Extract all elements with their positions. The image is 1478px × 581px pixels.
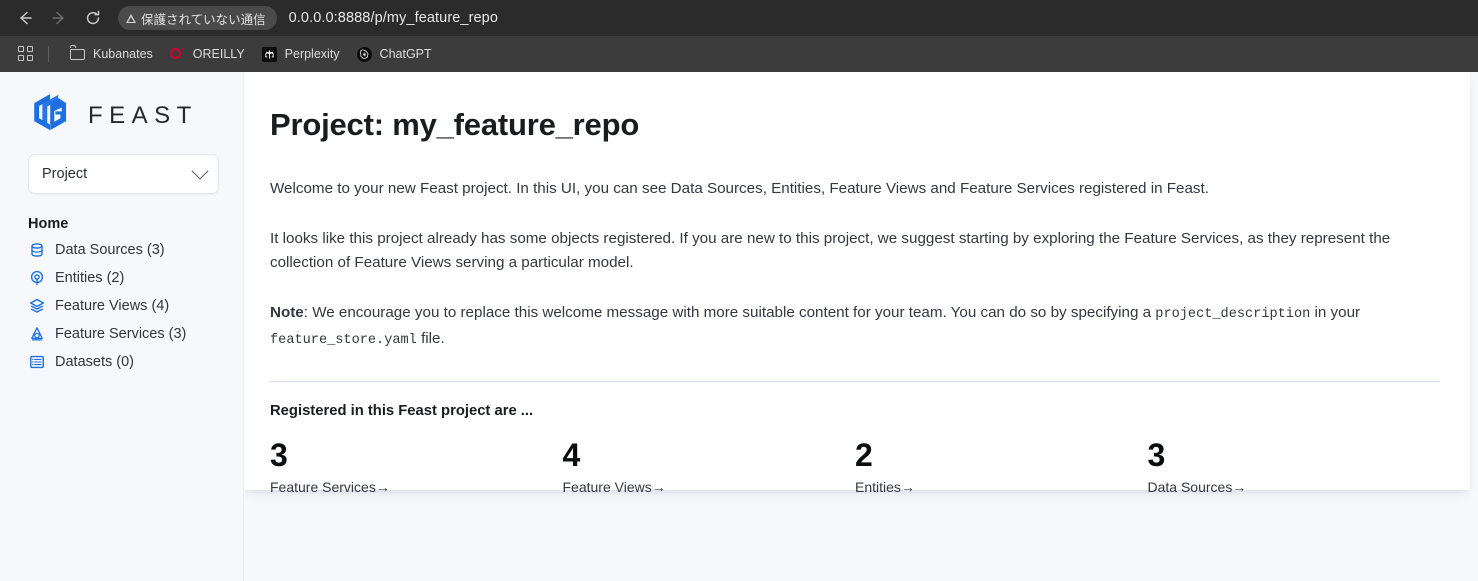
page-title: Project: my_feature_repo xyxy=(270,106,1440,143)
security-status-chip[interactable]: 保護されていない通信 xyxy=(118,6,277,30)
chatgpt-icon xyxy=(356,46,373,63)
intro-paragraph: Welcome to your new Feast project. In th… xyxy=(270,177,1440,201)
list-icon xyxy=(28,354,45,371)
forward-button[interactable] xyxy=(44,3,74,33)
page-body: FEAST Project Home Data Sources (3) xyxy=(0,72,1478,581)
bookmark-chatgpt[interactable]: ChatGPT xyxy=(348,42,440,67)
reload-button[interactable] xyxy=(78,3,108,33)
stat-feature-services[interactable]: 3 Feature Services→ xyxy=(270,437,563,495)
bookmark-label: OREILLY xyxy=(193,47,245,61)
stat-value: 3 xyxy=(1148,437,1441,473)
stat-feature-views[interactable]: 4 Feature Views→ xyxy=(563,437,856,495)
project-select-value: Project xyxy=(42,166,87,182)
sidebar-item-datasets[interactable]: Datasets (0) xyxy=(0,348,243,376)
back-arrow-icon xyxy=(16,9,34,27)
perplexity-glyph-icon xyxy=(264,49,275,60)
sidebar-item-label: Feature Services (3) xyxy=(55,325,186,343)
perplexity-icon xyxy=(261,46,278,63)
brand-header[interactable]: FEAST xyxy=(0,72,243,134)
stat-label[interactable]: Feature Services→ xyxy=(270,479,563,495)
brand-name: FEAST xyxy=(88,102,198,130)
stat-entities[interactable]: 2 Entities→ xyxy=(855,437,1148,495)
feast-logo-icon xyxy=(28,91,74,142)
omnibox[interactable]: 保護されていない通信 0.0.0.0:8888/p/my_feature_rep… xyxy=(118,4,1478,32)
chatgpt-glyph-icon xyxy=(359,49,370,60)
bookmark-label: ChatGPT xyxy=(380,47,432,61)
sidebar: FEAST Project Home Data Sources (3) xyxy=(0,72,244,581)
note-text-2: in your xyxy=(1310,304,1360,321)
apps-grid-icon[interactable] xyxy=(18,46,34,62)
nav-heading-home: Home xyxy=(28,216,243,232)
sidebar-item-entities[interactable]: Entities (2) xyxy=(0,264,243,292)
stat-label[interactable]: Feature Views→ xyxy=(563,479,856,495)
sidebar-item-label: Entities (2) xyxy=(55,269,124,287)
main-region: Project: my_feature_repo Welcome to your… xyxy=(244,72,1478,581)
warning-triangle-icon xyxy=(126,14,136,23)
oreilly-icon xyxy=(169,46,186,63)
sidebar-item-label: Feature Views (4) xyxy=(55,297,169,315)
stat-data-sources[interactable]: 3 Data Sources→ xyxy=(1148,437,1441,495)
bookmarks-bar: Kubanates OREILLY Perplexity ChatGPT xyxy=(0,36,1478,72)
browser-toolbar: 保護されていない通信 0.0.0.0:8888/p/my_feature_rep… xyxy=(0,0,1478,36)
stat-value: 4 xyxy=(563,437,856,473)
bookmark-oreilly[interactable]: OREILLY xyxy=(161,42,253,67)
stats-row: 3 Feature Services→ 4 Feature Views→ 2 E… xyxy=(270,437,1440,495)
sidebar-item-label: Datasets (0) xyxy=(55,353,134,371)
folder-icon xyxy=(69,46,86,63)
droplet-icon xyxy=(28,326,45,343)
content-card: Project: my_feature_repo Welcome to your… xyxy=(244,72,1470,490)
sidebar-item-feature-views[interactable]: Feature Views (4) xyxy=(0,292,243,320)
sidebar-nav: Data Sources (3) Entities (2) xyxy=(0,236,243,376)
note-label: Note xyxy=(270,304,304,321)
stat-label[interactable]: Entities→ xyxy=(855,479,1148,495)
sidebar-item-data-sources[interactable]: Data Sources (3) xyxy=(0,236,243,264)
note-paragraph: Note: We encourage you to replace this w… xyxy=(270,301,1440,353)
section-divider xyxy=(270,381,1440,382)
note-text-1: : We encourage you to replace this welco… xyxy=(304,304,1156,321)
inline-code-feature-store-yaml: feature_store.yaml xyxy=(270,333,417,348)
chevron-down-icon xyxy=(192,163,209,180)
database-icon xyxy=(28,242,45,259)
bookmark-perplexity[interactable]: Perplexity xyxy=(253,42,348,67)
bookmark-label: Kubanates xyxy=(93,47,153,61)
second-paragraph: It looks like this project already has s… xyxy=(270,227,1440,275)
sidebar-item-feature-services[interactable]: Feature Services (3) xyxy=(0,320,243,348)
bookmark-kubanates[interactable]: Kubanates xyxy=(61,42,161,67)
bookmark-divider xyxy=(48,46,49,62)
forward-arrow-icon xyxy=(50,9,68,27)
project-select[interactable]: Project xyxy=(28,154,219,194)
section-subtitle: Registered in this Feast project are ... xyxy=(270,403,1440,419)
target-pin-icon xyxy=(28,270,45,287)
security-status-label: 保護されていない通信 xyxy=(141,9,266,28)
stat-value: 2 xyxy=(855,437,1148,473)
back-button[interactable] xyxy=(10,3,40,33)
stat-value: 3 xyxy=(270,437,563,473)
bookmark-label: Perplexity xyxy=(285,47,340,61)
layers-icon xyxy=(28,298,45,315)
inline-code-project-description: project_description xyxy=(1155,307,1310,322)
note-text-3: file. xyxy=(417,330,445,347)
address-bar-url[interactable]: 0.0.0.0:8888/p/my_feature_repo xyxy=(289,10,498,26)
sidebar-item-label: Data Sources (3) xyxy=(55,241,165,259)
feast-hex-logo-icon xyxy=(28,91,74,137)
stat-label[interactable]: Data Sources→ xyxy=(1148,479,1441,495)
reload-icon xyxy=(84,9,102,27)
